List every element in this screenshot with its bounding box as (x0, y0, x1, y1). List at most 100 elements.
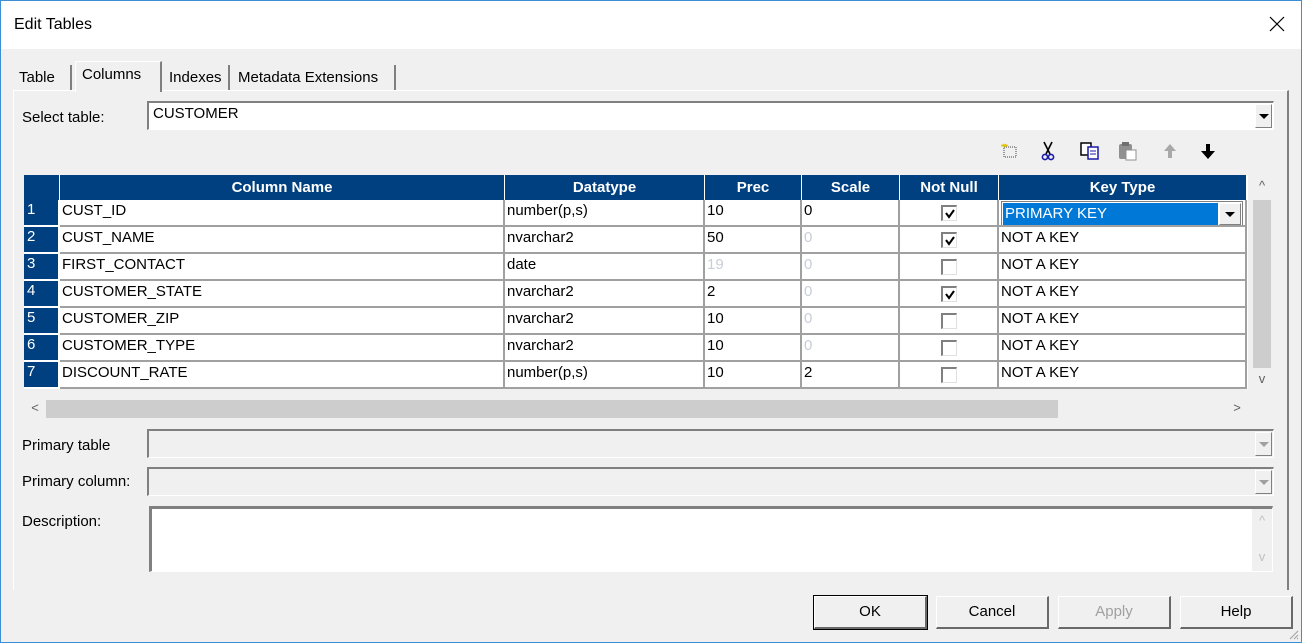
not-null-checkbox[interactable] (940, 232, 957, 248)
select-table-label: Select table: (22, 109, 105, 126)
scroll-right-icon[interactable]: > (1226, 400, 1248, 415)
select-table-dropdown-button[interactable] (1255, 104, 1272, 128)
cell-scale[interactable]: 0 (802, 281, 900, 308)
header-prec[interactable]: Prec (705, 175, 802, 200)
cell-datatype[interactable]: date (505, 254, 705, 281)
new-column-button[interactable] (997, 138, 1023, 164)
cut-button[interactable] (1035, 138, 1061, 164)
cell-scale[interactable]: 0 (802, 200, 900, 227)
tab-table[interactable]: Table (13, 65, 72, 91)
header-column-name[interactable]: Column Name (60, 175, 505, 200)
move-down-button[interactable] (1195, 138, 1221, 164)
scroll-down-icon[interactable]: v (1251, 371, 1273, 386)
cell-datatype[interactable]: nvarchar2 (505, 335, 705, 362)
not-null-checkbox[interactable] (940, 286, 957, 302)
description-textarea[interactable] (152, 509, 1252, 571)
horizontal-scroll-thumb[interactable] (46, 400, 1058, 418)
cell-column-name[interactable]: CUSTOMER_TYPE (60, 335, 505, 362)
scroll-up-icon[interactable]: ^ (1251, 178, 1273, 193)
cell-key-type[interactable]: PRIMARY KEY (999, 200, 1247, 227)
primary-column-dropdown[interactable] (147, 467, 1274, 496)
row-number[interactable]: 7 (24, 362, 59, 389)
row-number[interactable]: 2 (24, 227, 59, 254)
row-number[interactable]: 3 (24, 254, 59, 281)
row-number[interactable]: 4 (24, 281, 59, 308)
cell-key-type[interactable]: NOT A KEY (999, 227, 1247, 254)
cell-column-name[interactable]: DISCOUNT_RATE (60, 362, 505, 389)
key-type-value: PRIMARY KEY (1003, 203, 1218, 225)
key-type-dropdown[interactable]: PRIMARY KEY (1001, 201, 1243, 225)
copy-icon (1080, 142, 1099, 160)
description-scrollbar[interactable]: ^ v (1252, 509, 1272, 571)
header-scale[interactable]: Scale (802, 175, 900, 200)
cell-column-name[interactable]: CUSTOMER_STATE (60, 281, 505, 308)
vertical-scroll-thumb[interactable] (1253, 200, 1271, 368)
cell-column-name[interactable]: CUSTOMER_ZIP (60, 308, 505, 335)
ok-button[interactable]: OK (813, 595, 928, 630)
cell-datatype[interactable]: nvarchar2 (505, 308, 705, 335)
description-field[interactable]: ^ v (149, 506, 1273, 572)
cell-key-type[interactable]: NOT A KEY (999, 308, 1247, 335)
key-type-dropdown-button[interactable] (1219, 203, 1241, 225)
select-table-dropdown[interactable]: CUSTOMER (147, 101, 1274, 130)
header-datatype[interactable]: Datatype (505, 175, 705, 200)
primary-table-dropdown[interactable] (147, 429, 1274, 458)
apply-button[interactable]: Apply (1058, 596, 1171, 629)
not-null-checkbox[interactable] (940, 367, 957, 383)
cell-key-type[interactable]: NOT A KEY (999, 281, 1247, 308)
cell-prec[interactable]: 50 (705, 227, 802, 254)
not-null-checkbox[interactable] (940, 259, 957, 275)
row-number[interactable]: 1 (24, 200, 59, 227)
cell-scale[interactable]: 0 (802, 308, 900, 335)
tab-indexes[interactable]: Indexes (163, 65, 230, 91)
move-up-button[interactable] (1157, 138, 1183, 164)
scroll-down-icon[interactable]: v (1252, 549, 1272, 564)
cell-datatype[interactable]: nvarchar2 (505, 281, 705, 308)
scroll-up-icon[interactable]: ^ (1252, 513, 1272, 528)
cell-not-null (900, 308, 999, 335)
cell-scale[interactable]: 0 (802, 254, 900, 281)
not-null-checkbox[interactable] (940, 313, 957, 329)
cell-column-name[interactable]: FIRST_CONTACT (60, 254, 505, 281)
grid-horizontal-scrollbar[interactable]: < > (24, 398, 1251, 420)
row-number[interactable]: 6 (24, 335, 59, 362)
tab-columns[interactable]: Columns (75, 61, 162, 92)
resize-grip-icon[interactable] (1287, 628, 1299, 640)
scroll-left-icon[interactable]: < (24, 400, 46, 415)
cell-key-type[interactable]: NOT A KEY (999, 335, 1247, 362)
header-not-null[interactable]: Not Null (900, 175, 999, 200)
not-null-checkbox[interactable] (940, 340, 957, 356)
cell-not-null (900, 227, 999, 254)
cell-scale[interactable]: 0 (802, 227, 900, 254)
cell-datatype[interactable]: number(p,s) (505, 200, 705, 227)
cell-prec[interactable]: 19 (705, 254, 802, 281)
cell-datatype[interactable]: number(p,s) (505, 362, 705, 389)
primary-table-dropdown-button[interactable] (1255, 432, 1272, 456)
copy-button[interactable] (1077, 138, 1103, 164)
cell-prec[interactable]: 2 (705, 281, 802, 308)
not-null-checkbox[interactable] (940, 205, 957, 221)
cancel-button[interactable]: Cancel (936, 596, 1049, 629)
cell-not-null (900, 254, 999, 281)
help-button[interactable]: Help (1180, 596, 1293, 629)
close-button[interactable] (1267, 14, 1287, 34)
cell-scale[interactable]: 2 (802, 362, 900, 389)
cell-prec[interactable]: 10 (705, 335, 802, 362)
cell-datatype[interactable]: nvarchar2 (505, 227, 705, 254)
grid-vertical-scrollbar[interactable]: ^ v (1251, 175, 1273, 391)
cell-prec[interactable]: 10 (705, 200, 802, 227)
tab-metadata-extensions[interactable]: Metadata Extensions (232, 65, 396, 91)
row-number[interactable]: 5 (24, 308, 59, 335)
cell-key-type[interactable]: NOT A KEY (999, 254, 1247, 281)
cell-key-type[interactable]: NOT A KEY (999, 362, 1247, 389)
cell-column-name[interactable]: CUST_ID (60, 200, 505, 227)
cell-not-null (900, 335, 999, 362)
primary-column-dropdown-button[interactable] (1255, 470, 1272, 494)
cell-scale[interactable]: 0 (802, 335, 900, 362)
move-down-icon (1201, 144, 1215, 159)
paste-button[interactable] (1115, 138, 1141, 164)
header-key-type[interactable]: Key Type (999, 175, 1247, 200)
cell-column-name[interactable]: CUST_NAME (60, 227, 505, 254)
cell-prec[interactable]: 10 (705, 308, 802, 335)
cell-prec[interactable]: 10 (705, 362, 802, 389)
